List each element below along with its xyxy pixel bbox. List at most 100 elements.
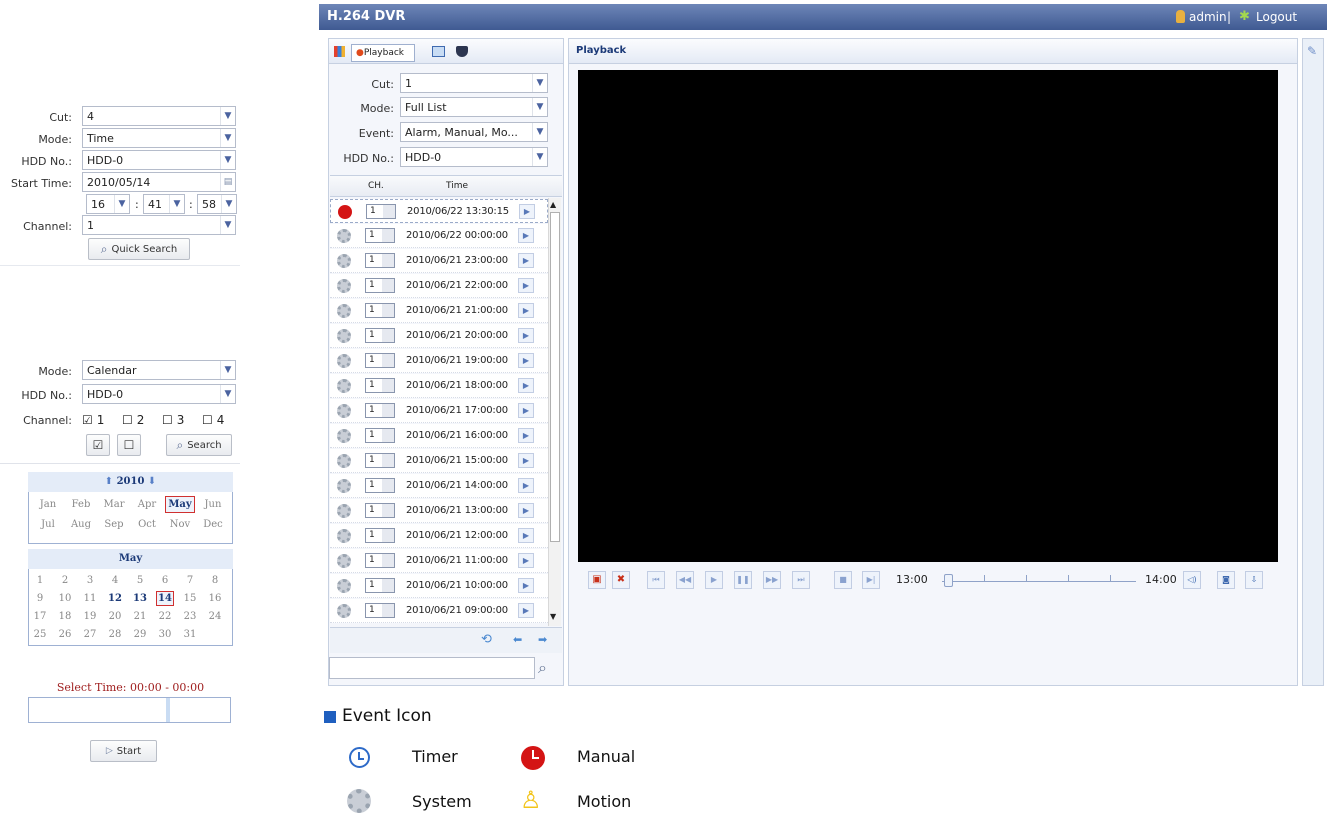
row-channel-select[interactable]: 1 bbox=[365, 528, 395, 543]
event-row[interactable]: 1 2010/06/21 23:00:00 ▶ bbox=[330, 249, 548, 273]
day-30[interactable]: 30 bbox=[156, 629, 174, 640]
day-9[interactable]: 9 bbox=[31, 593, 49, 604]
cut-select[interactable]: 4 ▼ bbox=[82, 106, 236, 126]
day-5[interactable]: 5 bbox=[131, 575, 149, 586]
scroll-down-arrow[interactable]: ▼ bbox=[550, 612, 556, 621]
row-channel-select[interactable]: 1 bbox=[365, 553, 395, 568]
step-forward-button[interactable]: ▶| bbox=[862, 571, 880, 589]
event-row[interactable]: 1 2010/06/22 00:00:00 ▶ bbox=[330, 224, 548, 248]
scroll-up-arrow[interactable]: ▲ bbox=[550, 200, 556, 209]
volume-icon[interactable]: ◁) bbox=[1183, 571, 1201, 589]
day-29[interactable]: 29 bbox=[131, 629, 149, 640]
day-27[interactable]: 27 bbox=[81, 629, 99, 640]
channel-checkbox-2[interactable]: ☐ 2 bbox=[122, 413, 144, 427]
list-search-input[interactable] bbox=[329, 657, 535, 679]
cal-mode-select[interactable]: Calendar ▼ bbox=[82, 360, 236, 380]
second-select[interactable]: 58 ▼ bbox=[197, 194, 237, 214]
event-row[interactable]: 1 2010/06/21 15:00:00 ▶ bbox=[330, 449, 548, 473]
day-24[interactable]: 24 bbox=[206, 611, 224, 622]
event-row[interactable]: 1 2010/06/21 18:00:00 ▶ bbox=[330, 374, 548, 398]
event-row[interactable]: 1 2010/06/22 13:30:15 ▶ bbox=[330, 199, 548, 223]
rewind-button[interactable]: ◀◀ bbox=[676, 571, 694, 589]
row-channel-select[interactable]: 1 bbox=[366, 204, 396, 219]
row-play-icon[interactable]: ▶ bbox=[518, 303, 534, 318]
row-channel-select[interactable]: 1 bbox=[365, 253, 395, 268]
last-frame-button[interactable]: ⏭ bbox=[792, 571, 810, 589]
first-frame-button[interactable]: ⏮ bbox=[647, 571, 665, 589]
month-nov[interactable]: Nov bbox=[165, 519, 195, 530]
month-aug[interactable]: Aug bbox=[66, 519, 96, 530]
row-channel-select[interactable]: 1 bbox=[365, 428, 395, 443]
start-date-field[interactable]: 2010/05/14 ▤ bbox=[82, 172, 236, 192]
month-sep[interactable]: Sep bbox=[99, 519, 129, 530]
row-channel-select[interactable]: 1 bbox=[365, 228, 395, 243]
refresh-icon[interactable]: ⟲ bbox=[481, 632, 492, 647]
row-channel-select[interactable]: 1 bbox=[365, 378, 395, 393]
scroll-thumb[interactable] bbox=[550, 212, 560, 542]
event-row[interactable]: 1 2010/06/21 10:00:00 ▶ bbox=[330, 574, 548, 598]
row-play-icon[interactable]: ▶ bbox=[518, 578, 534, 593]
row-play-icon[interactable]: ▶ bbox=[518, 428, 534, 443]
hdd-select[interactable]: HDD-0 ▼ bbox=[82, 150, 236, 170]
day-11[interactable]: 11 bbox=[81, 593, 99, 604]
play-button[interactable]: ▶ bbox=[705, 571, 723, 589]
backup-icon[interactable]: ⇩ bbox=[1245, 571, 1263, 589]
stop-button[interactable]: ■ bbox=[834, 571, 852, 589]
day-4[interactable]: 4 bbox=[106, 575, 124, 586]
list-mode-select[interactable]: Full List ▼ bbox=[400, 97, 548, 117]
snapshot-delete-button[interactable]: ▣ bbox=[588, 571, 606, 589]
timeline-thumb[interactable] bbox=[944, 574, 953, 587]
row-channel-select[interactable]: 1 bbox=[365, 278, 395, 293]
row-channel-select[interactable]: 1 bbox=[365, 478, 395, 493]
list-cut-select[interactable]: 1 ▼ bbox=[400, 73, 548, 93]
day-19[interactable]: 19 bbox=[81, 611, 99, 622]
event-row[interactable]: 1 2010/06/21 20:00:00 ▶ bbox=[330, 324, 548, 348]
day-31[interactable]: 31 bbox=[181, 629, 199, 640]
row-play-icon[interactable]: ▶ bbox=[518, 253, 534, 268]
event-row[interactable]: 1 2010/06/21 22:00:00 ▶ bbox=[330, 274, 548, 298]
fast-forward-button[interactable]: ▶▶ bbox=[763, 571, 781, 589]
day-15[interactable]: 15 bbox=[181, 593, 199, 604]
day-18[interactable]: 18 bbox=[56, 611, 74, 622]
pause-button[interactable]: ❚❚ bbox=[734, 571, 752, 589]
row-play-icon[interactable]: ▶ bbox=[519, 204, 535, 219]
day-16[interactable]: 16 bbox=[206, 593, 224, 604]
event-row[interactable]: 1 2010/06/21 16:00:00 ▶ bbox=[330, 424, 548, 448]
event-row[interactable]: 1 2010/06/21 17:00:00 ▶ bbox=[330, 399, 548, 423]
month-dec[interactable]: Dec bbox=[198, 519, 228, 530]
logout-icon[interactable]: ✱ bbox=[1239, 9, 1250, 24]
day-7[interactable]: 7 bbox=[181, 575, 199, 586]
day-26[interactable]: 26 bbox=[56, 629, 74, 640]
event-row[interactable]: 1 2010/06/21 14:00:00 ▶ bbox=[330, 474, 548, 498]
day-1[interactable]: 1 bbox=[31, 575, 49, 586]
prev-year-icon[interactable]: ⬆ bbox=[105, 476, 113, 487]
calendar-icon[interactable]: ▤ bbox=[220, 173, 235, 191]
event-row[interactable]: 1 2010/06/21 09:00:00 ▶ bbox=[330, 599, 548, 623]
row-channel-select[interactable]: 1 bbox=[365, 403, 395, 418]
channel-select[interactable]: 1 ▼ bbox=[82, 215, 236, 235]
day-8[interactable]: 8 bbox=[206, 575, 224, 586]
row-play-icon[interactable]: ▶ bbox=[518, 378, 534, 393]
day-25[interactable]: 25 bbox=[31, 629, 49, 640]
select-all-button[interactable]: ☑ bbox=[86, 434, 110, 456]
row-play-icon[interactable]: ▶ bbox=[518, 328, 534, 343]
month-may[interactable]: May bbox=[165, 496, 195, 513]
day-6[interactable]: 6 bbox=[156, 575, 174, 586]
month-feb[interactable]: Feb bbox=[66, 499, 96, 510]
day-13[interactable]: 13 bbox=[131, 593, 149, 604]
row-play-icon[interactable]: ▶ bbox=[518, 453, 534, 468]
month-oct[interactable]: Oct bbox=[132, 519, 162, 530]
day-28[interactable]: 28 bbox=[106, 629, 124, 640]
month-mar[interactable]: Mar bbox=[99, 499, 129, 510]
mode-select[interactable]: Time ▼ bbox=[82, 128, 236, 148]
day-23[interactable]: 23 bbox=[181, 611, 199, 622]
hour-select[interactable]: 16 ▼ bbox=[86, 194, 130, 214]
row-play-icon[interactable]: ▶ bbox=[518, 503, 534, 518]
row-channel-select[interactable]: 1 bbox=[365, 578, 395, 593]
record-tab-icon[interactable] bbox=[432, 46, 445, 57]
close-icon[interactable]: ✖ bbox=[612, 571, 630, 589]
search-icon[interactable]: ⌕ bbox=[538, 658, 547, 678]
day-2[interactable]: 2 bbox=[56, 575, 74, 586]
cal-hdd-select[interactable]: HDD-0 ▼ bbox=[82, 384, 236, 404]
video-display[interactable] bbox=[578, 70, 1278, 562]
